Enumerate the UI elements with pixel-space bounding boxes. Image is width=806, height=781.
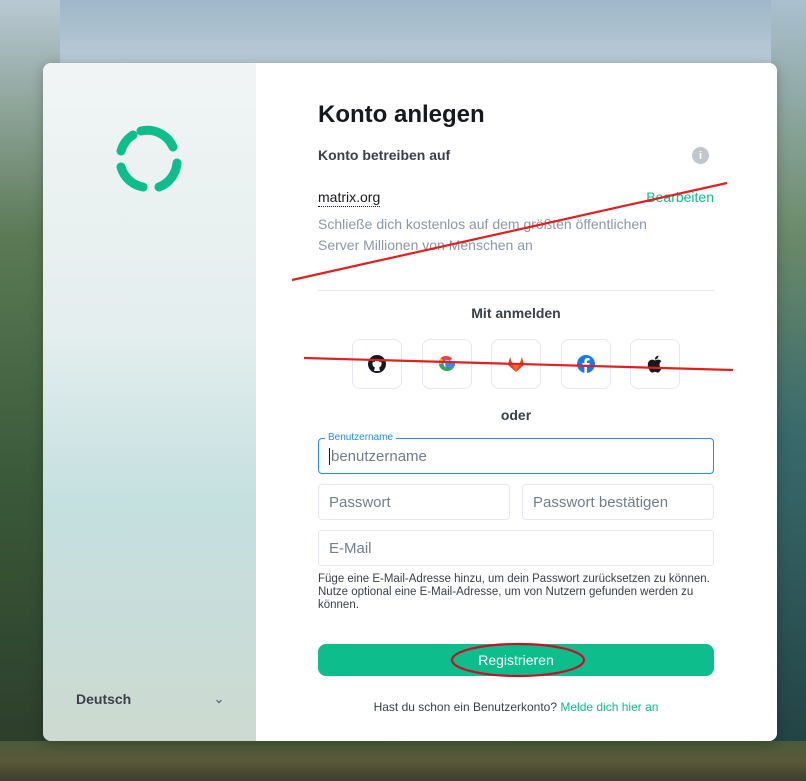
facebook-icon — [576, 355, 595, 373]
sso-heading: Mit anmelden — [471, 305, 561, 321]
email-help-text: Füge eine E-Mail-Adresse hinzu, um dein … — [318, 573, 710, 611]
homeserver-description: Schließe dich kostenlos auf dem größten … — [318, 216, 647, 253]
github-login-button[interactable] — [352, 339, 402, 389]
login-link[interactable]: Melde dich hier an — [560, 700, 658, 714]
registration-form-panel: Konto anlegen Konto betreiben auf i matr… — [256, 63, 777, 741]
password-field[interactable]: Passwort — [318, 484, 510, 520]
registration-card: Deutsch ⌄ Konto anlegen Konto betreiben … — [43, 63, 777, 741]
register-button[interactable]: Registrieren — [318, 644, 714, 676]
apple-icon — [647, 355, 662, 373]
username-placeholder: benutzername — [331, 447, 427, 465]
gitlab-icon — [508, 357, 524, 372]
info-icon[interactable]: i — [692, 147, 709, 164]
gitlab-login-button[interactable] — [491, 339, 541, 389]
sso-buttons — [352, 339, 680, 389]
have-account-text: Hast du schon ein Benutzerkonto? — [373, 700, 558, 714]
password-confirm-placeholder: Passwort bestätigen — [533, 493, 669, 511]
or-separator: oder — [500, 407, 532, 423]
login-prompt: Hast du schon ein Benutzerkonto? Melde d… — [318, 700, 714, 714]
homeserver-label: Konto betreiben auf — [318, 147, 451, 163]
text-cursor — [329, 447, 330, 465]
password-confirm-field[interactable]: Passwort bestätigen — [522, 484, 714, 520]
divider — [318, 290, 714, 291]
google-icon — [438, 355, 455, 372]
homeserver-name: matrix.org — [318, 189, 381, 207]
email-field[interactable]: E-Mail — [318, 530, 714, 566]
edit-homeserver-link[interactable]: Bearbeiten — [646, 189, 714, 205]
brand-panel: Deutsch ⌄ — [43, 63, 256, 741]
language-selector[interactable]: Deutsch ⌄ — [76, 687, 224, 711]
chevron-down-icon: ⌄ — [213, 692, 224, 706]
apple-login-button[interactable] — [630, 339, 680, 389]
background-landscape-bottom — [0, 741, 806, 781]
github-icon — [368, 355, 386, 373]
username-field[interactable]: Benutzername benutzername — [318, 432, 714, 474]
email-placeholder: E-Mail — [329, 539, 372, 557]
register-button-label: Registrieren — [478, 652, 554, 668]
page-title: Konto anlegen — [318, 101, 485, 128]
language-label: Deutsch — [76, 691, 132, 707]
facebook-login-button[interactable] — [560, 339, 611, 389]
password-placeholder: Passwort — [329, 493, 391, 511]
google-login-button[interactable] — [421, 339, 472, 389]
element-logo-icon — [116, 125, 182, 192]
username-label: Benutzername — [325, 432, 397, 443]
